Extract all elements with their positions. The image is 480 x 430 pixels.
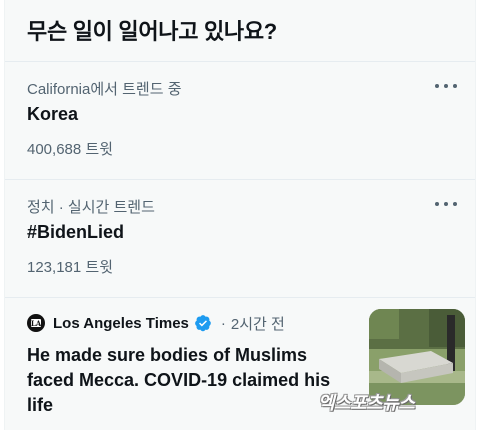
news-source: Los Angeles Times [53, 314, 189, 332]
trend-item[interactable]: 정치 · 실시간 트렌드 #BidenLied 123,181 트윗 [5, 180, 475, 298]
trend-tweet-count: 123,181 트윗 [27, 259, 113, 276]
more-horizontal-icon[interactable] [435, 198, 457, 210]
news-source-row: LA Los Angeles Times · 2시간 전 [27, 313, 285, 333]
la-times-logo-icon: LA [27, 314, 45, 332]
verified-badge-icon [195, 315, 211, 332]
trend-name: Korea [27, 104, 79, 124]
trend-context: 정치 · 실시간 트렌드 [27, 199, 155, 216]
trend-tweet-count: 400,688 트윗 [27, 141, 113, 158]
trend-name: #BidenLied [27, 222, 125, 242]
trends-header: 무슨 일이 일어나고 있나요? [5, 0, 475, 62]
trend-context: California에서 트렌드 중 [27, 81, 182, 98]
watermark-logo: 엑스포츠뉴스 [318, 393, 415, 413]
trends-panel: 무슨 일이 일어나고 있나요? California에서 트렌드 중 Korea… [4, 0, 476, 430]
svg-text:LA: LA [31, 319, 42, 328]
news-headline: He made sure bodies of Muslims faced Mec… [27, 345, 331, 415]
trends-title: 무슨 일이 일어나고 있나요? [27, 19, 277, 44]
more-horizontal-icon[interactable] [435, 80, 457, 92]
trend-item[interactable]: California에서 트렌드 중 Korea 400,688 트윗 [5, 62, 475, 180]
news-time: 2시간 전 [230, 315, 285, 333]
news-separator: · [220, 314, 226, 332]
